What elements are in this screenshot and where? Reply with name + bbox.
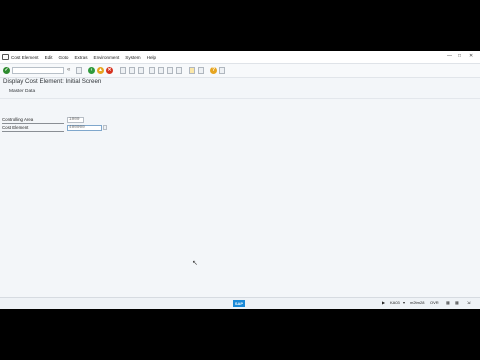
sap-gui-window: Cost Element Edit Goto Extras Environmen… [0, 51, 480, 309]
master-data-button[interactable]: Master Data [9, 89, 35, 94]
menu-item-extras[interactable]: Extras [74, 55, 87, 60]
cost-element-field[interactable]: 400000 [67, 125, 102, 131]
layout-menu-icon[interactable] [219, 67, 225, 74]
cost-element-label: Cost Element [2, 125, 29, 130]
menu-app-icon[interactable] [2, 54, 9, 60]
print-icon[interactable] [120, 67, 126, 74]
command-field-toggle-icon[interactable]: « [67, 67, 70, 74]
status-expand-icon[interactable]: ▶ [382, 300, 385, 305]
status-info-icon[interactable]: ▦ [455, 300, 459, 305]
controlling-area-label: Controlling Area [2, 117, 34, 122]
application-toolbar: Master Data [0, 87, 480, 99]
create-session-icon[interactable] [189, 67, 195, 74]
command-field[interactable] [12, 67, 64, 74]
close-window-icon[interactable]: ✕ [469, 53, 473, 59]
next-page-icon[interactable] [167, 67, 173, 74]
menu-item-environment[interactable]: Environment [94, 55, 120, 60]
find-next-icon[interactable] [138, 67, 144, 74]
status-transaction: KA03 [390, 300, 400, 305]
back-icon[interactable]: ‹ [88, 67, 95, 74]
cost-element-underline [2, 131, 64, 132]
minimize-icon[interactable]: — [447, 53, 452, 59]
status-mode: OVR [430, 300, 439, 305]
status-resize-icon: ⇲ [467, 300, 471, 305]
menu-item-help[interactable]: Help [147, 55, 156, 60]
status-dropdown-icon[interactable]: ▾ [403, 300, 405, 305]
controlling-area-underline [2, 123, 64, 124]
menu-item-goto[interactable]: Goto [59, 55, 69, 60]
status-bar: SAP ▶ KA03 ▾ m2tm28 OVR ▦ ▦ ⇲ [0, 297, 480, 309]
menu-item-cost-element[interactable]: Cost Element [11, 55, 39, 60]
find-icon[interactable] [129, 67, 135, 74]
last-page-icon[interactable] [176, 67, 182, 74]
standard-toolbar: ✓ « ‹ ▲ ✕ ? [0, 64, 480, 78]
page-title: Display Cost Element: Initial Screen [3, 78, 102, 85]
mouse-cursor-icon: ↖ [192, 260, 198, 267]
maximize-icon[interactable]: □ [458, 53, 461, 59]
status-server: m2tm28 [410, 300, 425, 305]
controlling-area-field[interactable]: 1000 [67, 117, 84, 123]
menu-bar: Cost Element Edit Goto Extras Environmen… [0, 51, 480, 64]
sap-logo: SAP [233, 300, 245, 307]
first-page-icon[interactable] [149, 67, 155, 74]
value-help-icon[interactable] [103, 125, 107, 130]
help-icon[interactable]: ? [210, 67, 217, 74]
save-icon[interactable] [76, 67, 82, 74]
enter-icon[interactable]: ✓ [3, 67, 10, 74]
status-session-icon[interactable]: ▦ [446, 300, 450, 305]
previous-page-icon[interactable] [158, 67, 164, 74]
menu-item-system[interactable]: System [125, 55, 140, 60]
cancel-icon[interactable]: ✕ [106, 67, 113, 74]
exit-icon[interactable]: ▲ [97, 67, 104, 74]
shortcut-icon[interactable] [198, 67, 204, 74]
menu-item-edit[interactable]: Edit [45, 55, 53, 60]
